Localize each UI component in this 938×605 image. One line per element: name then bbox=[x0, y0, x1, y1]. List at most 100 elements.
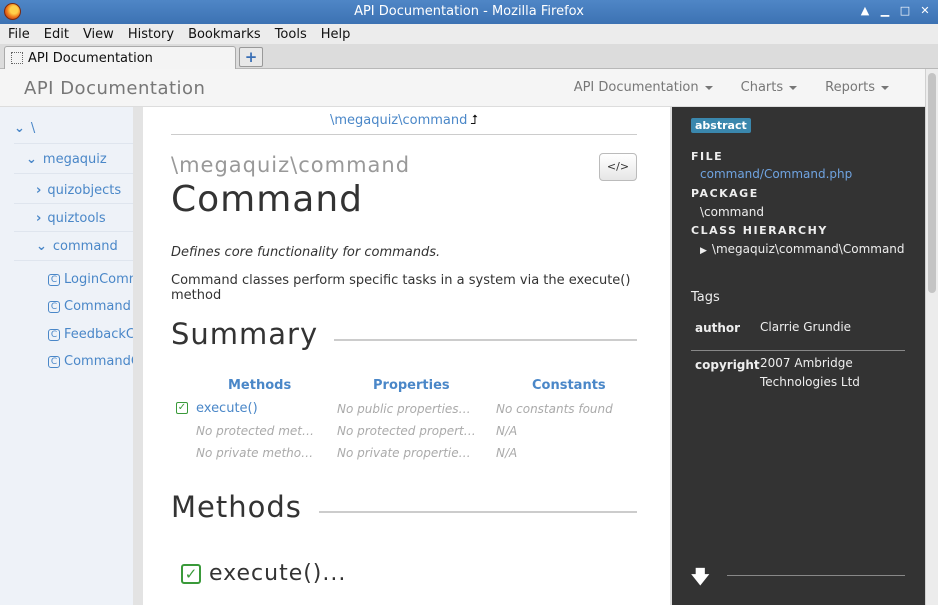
tag-value-copyright: 2007 Ambridge Technologies Ltd bbox=[760, 356, 860, 389]
sidebar-divider bbox=[14, 203, 133, 204]
summary-cell: No protected properties found bbox=[337, 424, 477, 438]
methods-heading: Methods bbox=[171, 490, 302, 524]
summary-cell: No private properties found bbox=[337, 446, 472, 460]
tag-key-author: author bbox=[695, 321, 741, 335]
namespace-sidebar: ⌄ \ ⌄ megaquiz › quizobjects › quiztools ⌄ co… bbox=[0, 107, 143, 605]
tags-heading: Tags bbox=[691, 290, 720, 305]
level-up-icon[interactable]: ⮥ bbox=[470, 113, 478, 128]
menu-file[interactable]: File bbox=[8, 27, 30, 42]
view-source-button[interactable]: </> bbox=[599, 153, 637, 181]
sidebar-item-label: CommandContext bbox=[64, 354, 140, 369]
scrollbar-thumb[interactable] bbox=[928, 73, 936, 293]
window-up-button[interactable]: ▲ bbox=[858, 3, 872, 19]
nav-charts[interactable]: Charts bbox=[741, 80, 798, 95]
sidebar-class-logincommand[interactable]: C LoginCommand bbox=[48, 272, 142, 287]
file-link[interactable]: command/Command.php bbox=[700, 167, 852, 181]
sidebar-item-label: quizobjects bbox=[47, 183, 122, 198]
summary-method-execute[interactable]: execute() bbox=[196, 401, 326, 416]
summary-col-constants: Constants bbox=[532, 378, 606, 393]
sidebar-item-label: quiztools bbox=[47, 211, 106, 226]
sidebar-item-label: FeedbackCommand bbox=[64, 327, 143, 342]
menu-view[interactable]: View bbox=[83, 27, 114, 42]
breadcrumb: \megaquiz\command ⮥ bbox=[171, 113, 637, 128]
chevron-down-icon: ⌄ bbox=[14, 121, 25, 136]
sidebar-item-root[interactable]: ⌄ \ bbox=[14, 121, 35, 136]
sidebar-class-feedbackcommand[interactable]: C FeedbackCommand bbox=[48, 327, 143, 342]
sidebar-divider bbox=[14, 260, 133, 261]
class-icon: C bbox=[48, 356, 60, 368]
nav-label: Charts bbox=[740, 80, 784, 95]
caret-down-icon bbox=[881, 85, 889, 90]
window-titlebar: API Documentation - Mozilla Firefox ▲ ▁ … bbox=[0, 0, 938, 24]
chevron-down-icon: ⌄ bbox=[26, 152, 37, 167]
summary-col-methods: Methods bbox=[228, 378, 292, 393]
abstract-badge: abstract bbox=[691, 118, 751, 133]
window-controls: ▲ ▁ □ ✕ bbox=[858, 3, 932, 19]
new-tab-button[interactable]: + bbox=[239, 47, 263, 67]
sidebar-class-command[interactable]: C Command bbox=[48, 299, 131, 314]
class-info-panel: abstract FILE command/Command.php PACKAG… bbox=[672, 107, 925, 605]
menu-help[interactable]: Help bbox=[321, 27, 351, 42]
sidebar-divider bbox=[14, 231, 133, 232]
window-title: API Documentation - Mozilla Firefox bbox=[354, 4, 584, 19]
menu-bookmarks[interactable]: Bookmarks bbox=[188, 27, 261, 42]
sidebar-item-label: LoginCommand bbox=[64, 272, 142, 287]
window-maximize-button[interactable]: □ bbox=[898, 3, 912, 19]
class-hierarchy-label: CLASS HIERARCHY bbox=[691, 224, 828, 237]
breadcrumb-rule bbox=[171, 134, 637, 135]
menubar: File Edit View History Bookmarks Tools H… bbox=[0, 24, 938, 44]
sidebar-item-megaquiz[interactable]: ⌄ megaquiz bbox=[26, 152, 107, 167]
chevron-down-icon: ⌄ bbox=[36, 239, 47, 254]
sidebar-item-quizobjects[interactable]: › quizobjects bbox=[36, 183, 121, 198]
chevron-right-icon: › bbox=[36, 211, 42, 226]
file-label: FILE bbox=[691, 150, 724, 163]
browser-tab[interactable]: API Documentation bbox=[4, 46, 236, 69]
class-icon: C bbox=[48, 301, 60, 313]
tag-rule bbox=[691, 350, 905, 351]
menu-tools[interactable]: Tools bbox=[275, 27, 307, 42]
method-execute-heading[interactable]: execute()... bbox=[209, 561, 346, 586]
window-close-button[interactable]: ✕ bbox=[918, 3, 932, 19]
tag-key-copyright: copyright bbox=[695, 358, 760, 372]
check-icon: ✓ bbox=[176, 402, 188, 414]
menu-edit[interactable]: Edit bbox=[44, 27, 69, 42]
summary-cell: No protected methods found bbox=[196, 424, 316, 438]
page-scrollbar[interactable] bbox=[925, 69, 938, 605]
long-description: Command classes perform specific tasks i… bbox=[171, 273, 631, 303]
menu-history[interactable]: History bbox=[128, 27, 174, 42]
nav-menu: API Documentation Charts Reports bbox=[574, 80, 889, 95]
footer-rule bbox=[727, 575, 905, 576]
nav-api-documentation[interactable]: API Documentation bbox=[574, 80, 713, 95]
chevron-right-icon: › bbox=[36, 183, 42, 198]
down-arrow-icon[interactable]: 🡇 bbox=[691, 565, 710, 595]
summary-cell: No private methods found bbox=[196, 446, 318, 460]
class-hierarchy-item: ▶ \megaquiz\command\Command bbox=[700, 242, 905, 256]
package-value: \command bbox=[700, 205, 764, 219]
methods-rule bbox=[319, 511, 637, 513]
sidebar-item-command[interactable]: ⌄ command bbox=[36, 239, 118, 254]
window-minimize-button[interactable]: ▁ bbox=[878, 3, 892, 19]
main-content: \megaquiz\command ⮥ \megaquiz\command Com… bbox=[153, 107, 670, 605]
summary-cell: N/A bbox=[496, 424, 518, 438]
class-title: Command bbox=[171, 179, 364, 220]
brand-link[interactable]: API Documentation bbox=[24, 78, 205, 99]
sidebar-item-label: command bbox=[52, 239, 118, 254]
caret-down-icon bbox=[789, 85, 798, 90]
sidebar-divider bbox=[14, 173, 133, 174]
sidebar-item-quiztools[interactable]: › quiztools bbox=[36, 211, 106, 226]
breadcrumb-link[interactable]: \megaquiz\command bbox=[330, 113, 467, 128]
sidebar-divider bbox=[14, 143, 133, 144]
summary-cell: No public properties found bbox=[337, 402, 472, 416]
summary-heading: Summary bbox=[171, 317, 319, 351]
nav-reports[interactable]: Reports bbox=[825, 80, 889, 95]
summary-rule bbox=[334, 339, 637, 341]
sidebar-class-commandcontext[interactable]: C CommandContext bbox=[48, 354, 140, 369]
summary-col-properties: Properties bbox=[373, 378, 450, 393]
summary-cell: N/A bbox=[496, 446, 518, 460]
check-icon: ✓ bbox=[181, 564, 201, 584]
page-icon bbox=[11, 52, 23, 64]
tab-strip: API Documentation + bbox=[0, 44, 938, 69]
nav-label: Reports bbox=[825, 80, 875, 95]
namespace-heading: \megaquiz\command bbox=[171, 153, 411, 177]
page-navbar: API Documentation API Documentation Char… bbox=[0, 69, 925, 107]
